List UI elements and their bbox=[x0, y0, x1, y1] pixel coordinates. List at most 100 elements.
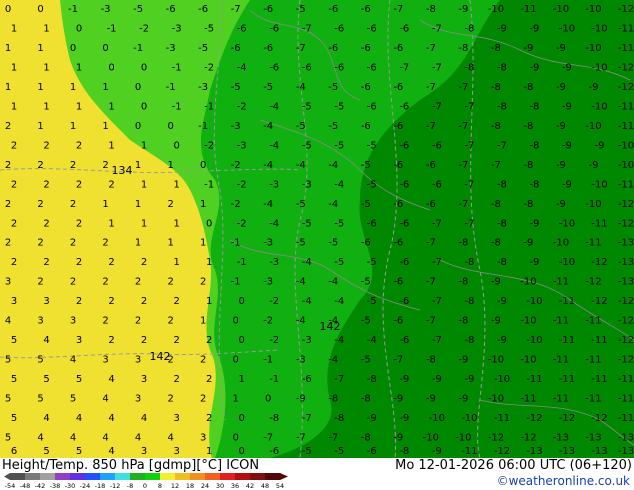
temperature-label: -12 bbox=[618, 199, 634, 210]
temperature-label: -13 bbox=[553, 433, 569, 444]
temperature-label: -7 bbox=[432, 218, 442, 229]
temperature-label: -10 bbox=[618, 140, 634, 151]
temperature-label: -6 bbox=[399, 140, 409, 151]
temperature-label: -4 bbox=[328, 316, 338, 327]
temperature-label: 2 bbox=[102, 160, 108, 171]
temperature-label: 2 bbox=[108, 257, 114, 268]
temperature-label: -1 bbox=[204, 101, 214, 112]
temperature-label: -8 bbox=[464, 257, 474, 268]
temperature-label: -10 bbox=[526, 296, 542, 307]
temperature-label: 4 bbox=[108, 374, 114, 385]
temperature-label: 1 bbox=[167, 238, 173, 249]
temperature-label: -13 bbox=[618, 238, 634, 249]
temperature-label: -13 bbox=[618, 433, 634, 444]
temperature-label: -3 bbox=[263, 277, 273, 288]
temperature-label: 1 bbox=[11, 62, 17, 73]
temperature-label: -8 bbox=[491, 43, 501, 54]
temperature-label: -8 bbox=[399, 446, 409, 457]
temperature-label: -5 bbox=[361, 355, 371, 366]
temperature-label: -5 bbox=[263, 82, 273, 93]
temperature-label: -8 bbox=[523, 199, 533, 210]
temperature-label: -4 bbox=[237, 62, 247, 73]
temperature-label: -2 bbox=[204, 62, 214, 73]
temperature-label: -5 bbox=[367, 296, 377, 307]
temperature-label: 5 bbox=[70, 394, 76, 405]
temperature-label: 1 bbox=[200, 199, 206, 210]
temperature-label: 3 bbox=[37, 316, 43, 327]
temperature-label: -10 bbox=[591, 101, 607, 112]
temperature-label: -7 bbox=[432, 257, 442, 268]
temperature-label: -7 bbox=[426, 43, 436, 54]
temperature-label: -10 bbox=[585, 43, 601, 54]
temperature-label: 1 bbox=[135, 199, 141, 210]
colorbar-swatch bbox=[160, 473, 176, 480]
temperature-label: 0 bbox=[141, 62, 147, 73]
temperature-label: -6 bbox=[367, 62, 377, 73]
temperature-label: 3 bbox=[70, 316, 76, 327]
temperature-label: -5 bbox=[328, 238, 338, 249]
temperature-label: 0 bbox=[102, 43, 108, 54]
colorbar-tick-label: 24 bbox=[201, 482, 209, 490]
temperature-label: -6 bbox=[393, 277, 403, 288]
temperature-label: 0 bbox=[238, 335, 244, 346]
temperature-label: -11 bbox=[618, 374, 634, 385]
temperature-label: -11 bbox=[559, 374, 575, 385]
temperature-label: 5 bbox=[11, 335, 17, 346]
temperature-label: 1 bbox=[37, 121, 43, 132]
temperature-label: 1 bbox=[70, 82, 76, 93]
temperature-label: 0 bbox=[238, 413, 244, 424]
colorbar-swatch bbox=[235, 473, 251, 480]
temperature-label: -11 bbox=[585, 316, 601, 327]
temperature-label: -4 bbox=[269, 101, 279, 112]
temperature-label: 2 bbox=[37, 199, 43, 210]
temperature-label: -11 bbox=[618, 43, 634, 54]
temperature-label: 5 bbox=[5, 394, 11, 405]
temperature-label: -10 bbox=[488, 394, 504, 405]
temperature-label: -6 bbox=[231, 43, 241, 54]
temperature-label: -5 bbox=[334, 257, 344, 268]
temperature-label: 0 bbox=[37, 4, 43, 15]
temperature-label: -10 bbox=[461, 413, 477, 424]
temperature-label: -6 bbox=[302, 374, 312, 385]
temperature-label: -2 bbox=[269, 335, 279, 346]
colorbar-tick-label: -8 bbox=[127, 482, 133, 490]
temperature-label: -6 bbox=[361, 82, 371, 93]
temperature-label: -6 bbox=[269, 23, 279, 34]
temperature-label: -12 bbox=[585, 277, 601, 288]
colorbar-swatch bbox=[100, 473, 116, 480]
temperature-label: -10 bbox=[494, 374, 510, 385]
temperature-label: -8 bbox=[464, 335, 474, 346]
temperature-label: -6 bbox=[361, 238, 371, 249]
temperature-label: -9 bbox=[556, 82, 566, 93]
temperature-label: 1 bbox=[43, 62, 49, 73]
temperature-label: -8 bbox=[491, 121, 501, 132]
temperature-label: -7 bbox=[426, 277, 436, 288]
temperature-label: 4 bbox=[43, 335, 49, 346]
temperature-label: -10 bbox=[585, 121, 601, 132]
height-label: 134 bbox=[112, 164, 133, 177]
temperature-label: 2 bbox=[167, 277, 173, 288]
temperature-label: -8 bbox=[491, 238, 501, 249]
temperature-label: 2 bbox=[102, 277, 108, 288]
temperature-label: -7 bbox=[464, 218, 474, 229]
temperature-label: -9 bbox=[426, 394, 436, 405]
temperature-label: -9 bbox=[529, 23, 539, 34]
temperature-label: 2 bbox=[102, 238, 108, 249]
temperature-label: 2 bbox=[167, 355, 173, 366]
temperature-label: -6 bbox=[334, 23, 344, 34]
temperature-label: -12 bbox=[591, 257, 607, 268]
temperature-label: -7 bbox=[263, 433, 273, 444]
colorbar-swatch bbox=[85, 473, 101, 480]
temperature-label: 1 bbox=[206, 446, 212, 457]
temperature-label: -3 bbox=[237, 140, 247, 151]
temperature-label: -6 bbox=[399, 101, 409, 112]
temperature-label: -6 bbox=[399, 257, 409, 268]
temperature-label: -11 bbox=[618, 121, 634, 132]
temperature-label: -9 bbox=[458, 4, 468, 15]
colorbar-swatch bbox=[130, 473, 146, 480]
temperature-label: -12 bbox=[618, 296, 634, 307]
temperature-label: -12 bbox=[618, 4, 634, 15]
temperature-label: -2 bbox=[263, 316, 273, 327]
temperature-label: 2 bbox=[5, 121, 11, 132]
temperature-label: -9 bbox=[367, 413, 377, 424]
